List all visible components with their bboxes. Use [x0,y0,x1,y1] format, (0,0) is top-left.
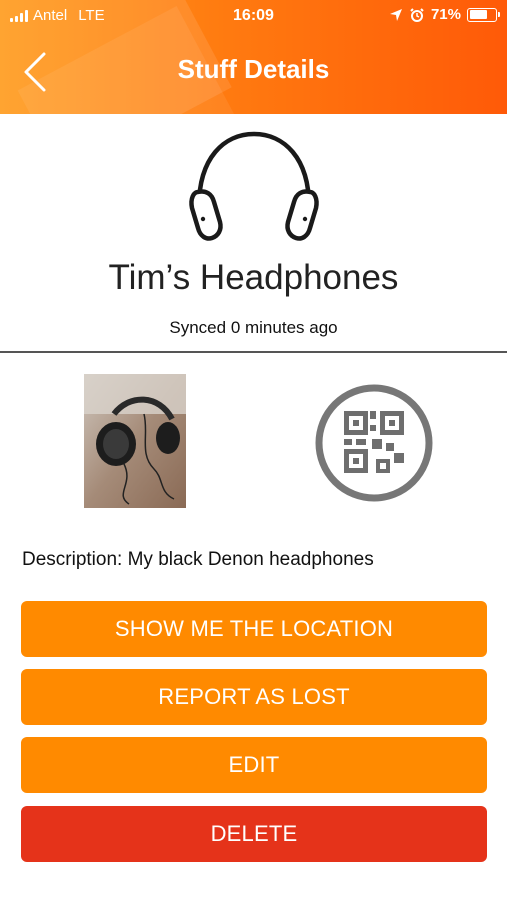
report-lost-button[interactable]: REPORT AS LOST [21,669,487,725]
headphones-icon [189,131,319,241]
item-description: Description: My black Denon headphones [22,549,374,570]
qr-code-icon [315,384,433,502]
status-right: 71% [389,6,500,23]
page-title: Stuff Details [177,54,330,84]
alarm-icon [410,7,424,22]
headphones-photo [84,374,186,508]
location-arrow-icon [389,8,402,21]
item-name: Tim’s Headphones [108,258,399,297]
delete-button[interactable]: DELETE [21,806,487,862]
qr-code-button[interactable] [314,383,434,503]
status-bar: Antel LTE 16:09 71% [0,0,507,32]
divider [0,351,507,353]
sync-status: Synced 0 minutes ago [169,318,338,337]
item-photo[interactable] [84,374,186,508]
battery-percent: 71% [430,6,461,23]
battery-icon [467,7,500,22]
show-location-button[interactable]: SHOW ME THE LOCATION [21,601,487,657]
edit-button[interactable]: EDIT [21,737,487,793]
header-bar: Antel LTE 16:09 71% Stuff Details [0,0,507,114]
